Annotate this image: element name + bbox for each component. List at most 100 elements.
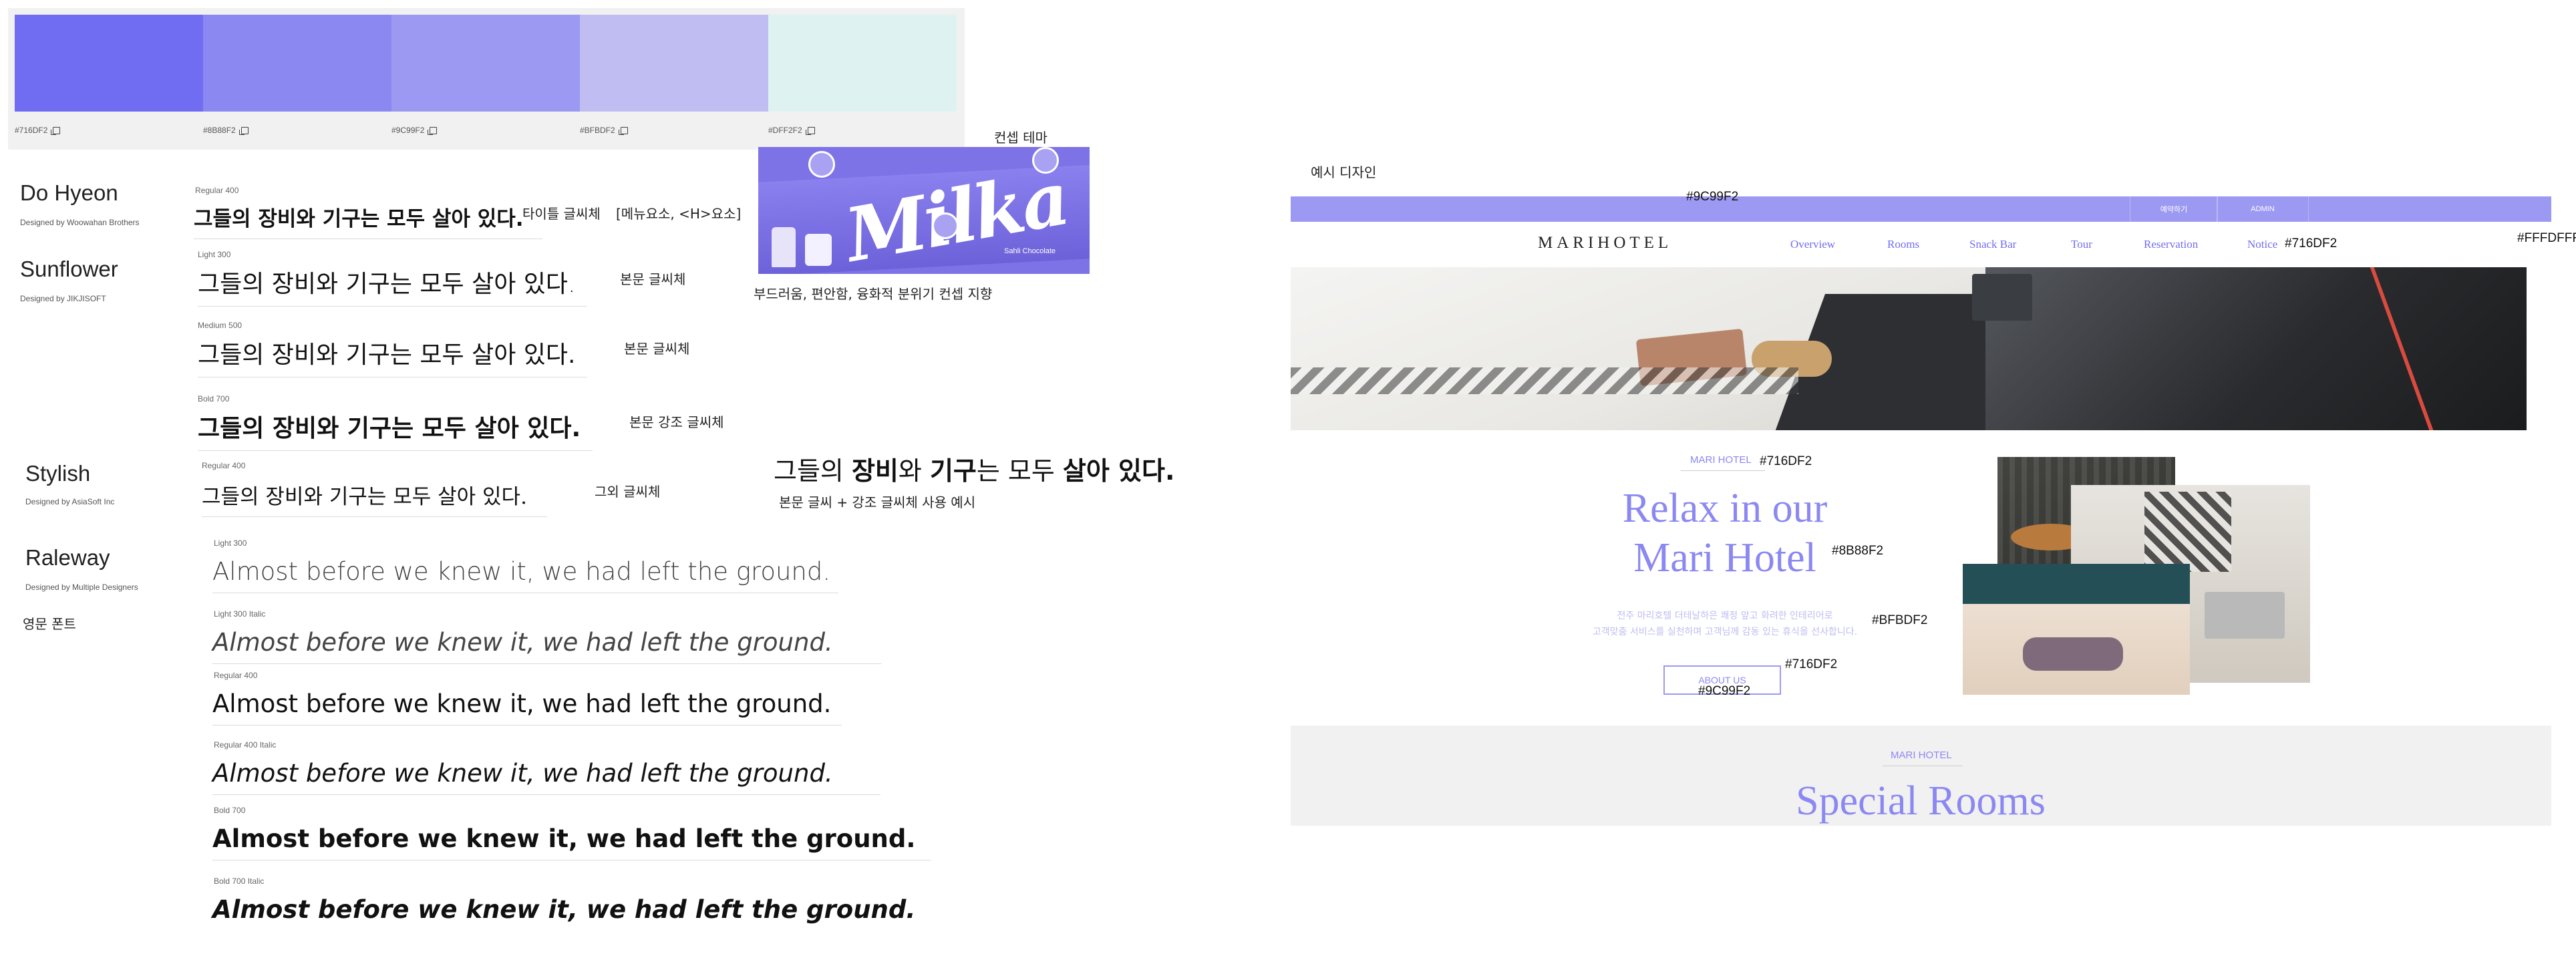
font-designer: Designed by AsiaSoft Inc bbox=[25, 497, 115, 506]
rooms-title: Special Rooms bbox=[1796, 778, 2046, 824]
color-palette: #716DF2 #8B88F2 #9C99F2 #BFBDF2 #DFF2F2 bbox=[8, 8, 965, 150]
font-designer: Designed by JIKJISOFT bbox=[20, 294, 106, 303]
top-bar: 예약하기 ADMIN bbox=[1291, 196, 2551, 222]
hero-image bbox=[1291, 267, 2527, 430]
intro-label: MARI HOTEL bbox=[1690, 454, 1752, 466]
font-weight-tag: Bold 700 bbox=[198, 394, 230, 404]
color-annotation: #FFFDFFF bbox=[2517, 231, 2576, 245]
intro-body: 전주 마리호텔 더테날하은 쾌정 앞고 화려한 인테리어로 고객맞춤 서비스를 … bbox=[1531, 608, 1919, 640]
font-sample: 그들의 장비와 기구는 모두 살아 있다. bbox=[202, 480, 547, 517]
hex-label: #9C99F2 bbox=[391, 126, 425, 135]
brand-logo[interactable]: MARIHOTEL bbox=[1538, 234, 1672, 253]
special-rooms-section: MARI HOTEL Special Rooms bbox=[1291, 726, 2551, 826]
swatch-5 bbox=[768, 15, 957, 112]
font-designer: Designed by Multiple Designers bbox=[25, 583, 138, 592]
product-name: Sahli Chocolate bbox=[1004, 247, 1056, 255]
swatch-hex-5: #DFF2F2 bbox=[768, 126, 815, 135]
font-usage-label: 본문 글씨체 bbox=[620, 271, 686, 287]
font-weight-tag: Regular 400 bbox=[195, 186, 239, 195]
font-sample: Almost before we knew it, we had left th… bbox=[212, 895, 916, 924]
font-usage-label: 타이틀 글씨체 bbox=[522, 206, 601, 222]
mixed-font-sample: 그들의 장비와 기구는 모두 살아 있다. bbox=[774, 450, 1174, 487]
hex-label: #BFBDF2 bbox=[580, 126, 615, 135]
font-usage-label: 본문 글씨체 bbox=[624, 341, 690, 357]
font-weight-tag: Light 300 bbox=[214, 538, 247, 548]
color-annotation: #8B88F2 bbox=[1832, 544, 1884, 558]
hex-label: #716DF2 bbox=[15, 126, 48, 135]
font-weight-tag: Bold 700 bbox=[214, 806, 246, 815]
nav-reservation[interactable]: Reservation bbox=[2144, 238, 2198, 251]
concept-caption: 부드러움, 편안함, 융화적 분위기 컨셉 지향 bbox=[754, 286, 993, 302]
color-annotation: #716DF2 bbox=[1760, 454, 1812, 468]
nav-snack-bar[interactable]: Snack Bar bbox=[1969, 238, 2016, 251]
font-sample: Almost before we knew it, we had left th… bbox=[212, 824, 932, 860]
swatch-hex-2: #8B88F2 bbox=[203, 126, 249, 135]
mixed-plain: 그들의 bbox=[774, 456, 852, 486]
font-weight-tag: Bold 700 Italic bbox=[214, 876, 265, 886]
font-name-do-hyeon: Do Hyeon bbox=[20, 180, 118, 205]
nav-notice[interactable]: Notice bbox=[2247, 238, 2277, 251]
font-name-sunflower: Sunflower bbox=[20, 257, 118, 281]
font-sample: 그들의 장비와 기구는 모두 살아 있다. bbox=[194, 202, 542, 239]
hotel-website-mock: 예약하기 ADMIN #9C99F2 MARIHOTEL Overview Ro… bbox=[1291, 190, 2576, 826]
color-annotation: #716DF2 bbox=[1785, 657, 1838, 671]
collage-photo-3 bbox=[1963, 564, 2190, 695]
marker-dot bbox=[1032, 147, 1059, 174]
concept-image: Milka Sahli Chocolate bbox=[758, 147, 1090, 274]
copy-icon[interactable] bbox=[51, 126, 61, 135]
copy-icon[interactable] bbox=[805, 126, 815, 135]
nav-tour[interactable]: Tour bbox=[2071, 238, 2092, 251]
font-weight-tag: Light 300 Italic bbox=[214, 609, 266, 619]
font-sample: 그들의 장비와 기구는 모두 살아 있다. bbox=[198, 265, 588, 307]
mixed-sample-caption: 본문 글씨 + 강조 글씨체 사용 예시 bbox=[779, 494, 976, 510]
font-weight-tag: Regular 400 bbox=[202, 461, 246, 470]
rooms-label: MARI HOTEL bbox=[1891, 750, 1952, 761]
color-annotation: #9C99F2 bbox=[1686, 190, 1739, 204]
font-name-stylish: Stylish bbox=[25, 461, 91, 486]
intro-body-line-2: 고객맞춤 서비스를 실천하며 고객님께 감동 있는 휴식을 선사합니다. bbox=[1592, 627, 1858, 637]
mock-section-title: 예시 디자인 bbox=[1311, 164, 1377, 180]
font-sample: Almost before we knew it, we had left th… bbox=[212, 759, 880, 795]
font-sample: Almost before we knew it, we had left th… bbox=[212, 557, 839, 593]
swatch-1 bbox=[15, 15, 203, 112]
cow-graphic bbox=[805, 234, 832, 266]
milk-bottle-graphic bbox=[772, 227, 796, 267]
font-weight-tag: Light 300 bbox=[198, 250, 231, 259]
copy-icon[interactable] bbox=[618, 126, 628, 135]
mixed-bold: 장비 bbox=[851, 456, 899, 486]
reserve-button[interactable]: 예약하기 bbox=[2130, 196, 2218, 222]
swatch-2 bbox=[203, 15, 391, 112]
font-name-raleway: Raleway bbox=[25, 545, 110, 570]
font-weight-tag: Regular 400 Italic bbox=[214, 740, 277, 750]
hex-label: #DFF2F2 bbox=[768, 126, 802, 135]
swatch-hex-4: #BFBDF2 bbox=[580, 126, 628, 135]
intro-body-line-1: 전주 마리호텔 더테날하은 쾌정 앞고 화려한 인테리어로 bbox=[1617, 611, 1833, 621]
font-sample: 그들의 장비와 기구는 모두 살아 있다. bbox=[198, 409, 593, 451]
font-sample: Almost before we knew it, we had left th… bbox=[212, 628, 882, 664]
admin-button[interactable]: ADMIN bbox=[2217, 196, 2309, 222]
divider bbox=[1681, 470, 1765, 471]
font-weight-tag: Regular 400 bbox=[214, 671, 258, 680]
swatch-4 bbox=[580, 15, 768, 112]
font-sample: Almost before we knew it, we had left th… bbox=[212, 689, 842, 726]
copy-icon[interactable] bbox=[238, 126, 249, 135]
font-usage-label: 그외 글씨체 bbox=[595, 484, 661, 500]
mixed-plain: 는 모두 bbox=[976, 456, 1063, 486]
copy-icon[interactable] bbox=[428, 126, 438, 135]
font-designer: Designed by Woowahan Brothers bbox=[20, 218, 140, 227]
nav-rooms[interactable]: Rooms bbox=[1887, 238, 1919, 251]
hex-label: #8B88F2 bbox=[203, 126, 236, 135]
swatch-hex-1: #716DF2 bbox=[15, 126, 61, 135]
swatch-3 bbox=[391, 15, 580, 112]
font-usage-label: 본문 강조 글씨체 bbox=[629, 414, 724, 430]
nav-overview[interactable]: Overview bbox=[1790, 238, 1835, 251]
mixed-bold: 기구 bbox=[929, 456, 977, 486]
font-category-label: 영문 폰트 bbox=[23, 616, 76, 632]
font-sample: 그들의 장비와 기구는 모두 살아 있다. bbox=[198, 335, 588, 377]
mixed-bold: 살아 있다. bbox=[1062, 456, 1175, 486]
color-annotation: #BFBDF2 bbox=[1872, 613, 1928, 627]
concept-title: 컨셉 테마 bbox=[994, 130, 1048, 146]
headline: Relax in our Mari Hotel bbox=[1558, 484, 1892, 583]
font-usage-note: [메뉴요소, <H>요소] bbox=[616, 206, 742, 222]
headline-line-1: Relax in our bbox=[1622, 486, 1828, 531]
